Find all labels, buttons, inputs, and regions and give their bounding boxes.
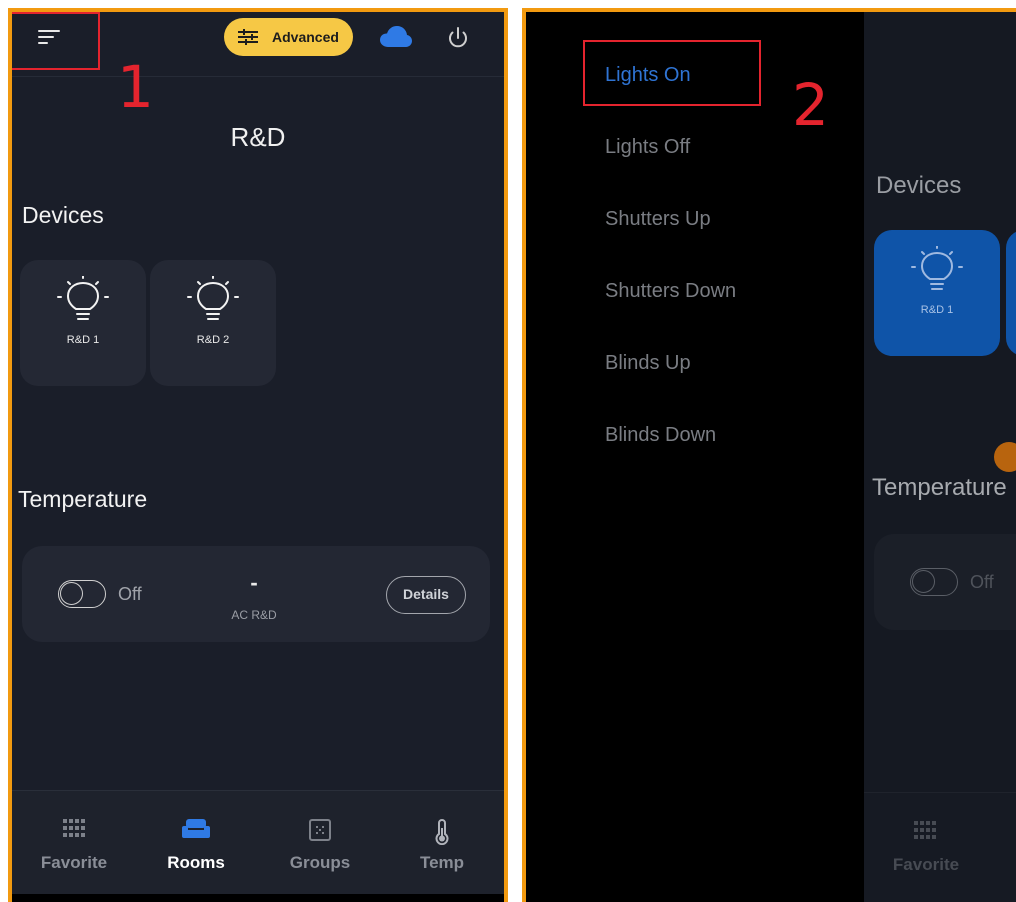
advanced-label: Advanced [272, 29, 339, 45]
devices-heading: Devices [876, 172, 962, 199]
drawer-item-lights-off[interactable]: Lights Off [605, 136, 690, 159]
screenshot-rooms: Advanced 1 R&D Devices R&D 1 R&D 2 Tempe… [8, 8, 508, 902]
drawer-item-blinds-up[interactable]: Blinds Up [605, 352, 691, 375]
temperature-heading: Temperature [872, 474, 1007, 501]
lightbulb-icon [911, 246, 963, 290]
device-card-partial [1006, 230, 1016, 356]
nav-tab-groups[interactable]: Groups [260, 791, 380, 894]
sofa-icon [182, 819, 210, 838]
nav-label-temp: Temp [419, 853, 465, 872]
devices-heading: Devices [22, 202, 104, 228]
sliders-icon [238, 29, 258, 45]
details-button[interactable]: Details [386, 576, 466, 614]
thermometer-icon [435, 819, 449, 845]
drawer-item-shutters-down[interactable]: Shutters Down [605, 280, 736, 303]
drawer-item-shutters-up[interactable]: Shutters Up [605, 208, 711, 231]
annotation-box-2 [583, 40, 761, 106]
page-title: R&D [230, 122, 286, 152]
device-card: R&D 1 [874, 230, 1000, 356]
lightbulb-icon [57, 276, 109, 320]
annotation-number-2: 2 [792, 71, 829, 139]
nav-tab-temp[interactable]: Temp [382, 791, 502, 894]
nav-label-favorite: Favorite [892, 855, 960, 874]
cloud-icon[interactable] [380, 26, 412, 48]
annotation-box-1 [12, 12, 100, 70]
temperature-heading: Temperature [18, 486, 148, 512]
power-icon[interactable] [445, 25, 471, 51]
temperature-card: Off - AC R&D Details [22, 546, 490, 642]
nav-tab-favorite[interactable]: Favorite [14, 791, 134, 894]
floating-badge [994, 442, 1016, 472]
toggle-state-label: Off [970, 572, 994, 592]
bottom-nav: Favorite Rooms Groups Temp [12, 790, 504, 894]
groups-icon [309, 819, 331, 841]
device-card[interactable]: R&D 1 [20, 260, 146, 386]
nav-label-favorite: Favorite [40, 853, 108, 872]
screenshot-drawer: Devices R&D 1 Temperature Off Favorite L… [522, 8, 1016, 902]
grid-icon [63, 819, 85, 837]
scene-drawer: Lights On Lights Off Shutters Up Shutter… [526, 12, 864, 902]
device-card[interactable]: R&D 2 [150, 260, 276, 386]
nav-tab-rooms[interactable]: Rooms [136, 791, 256, 894]
drawer-item-blinds-down[interactable]: Blinds Down [605, 424, 716, 447]
nav-label-rooms: Rooms [167, 853, 225, 872]
device-label: R&D 2 [196, 334, 230, 346]
advanced-button[interactable]: Advanced [224, 18, 353, 56]
grid-icon [914, 821, 936, 839]
nav-label-groups: Groups [289, 853, 351, 872]
ac-toggle [910, 568, 958, 596]
dimmed-background-view: Devices R&D 1 Temperature Off Favorite [864, 12, 1016, 902]
system-nav-bar [12, 894, 504, 902]
device-label: R&D 1 [66, 334, 100, 346]
temperature-card: Off [874, 534, 1016, 630]
device-label: R&D 1 [920, 304, 954, 316]
annotation-number-1: 1 [117, 53, 154, 121]
bottom-nav: Favorite [864, 792, 1016, 902]
lightbulb-icon [187, 276, 239, 320]
